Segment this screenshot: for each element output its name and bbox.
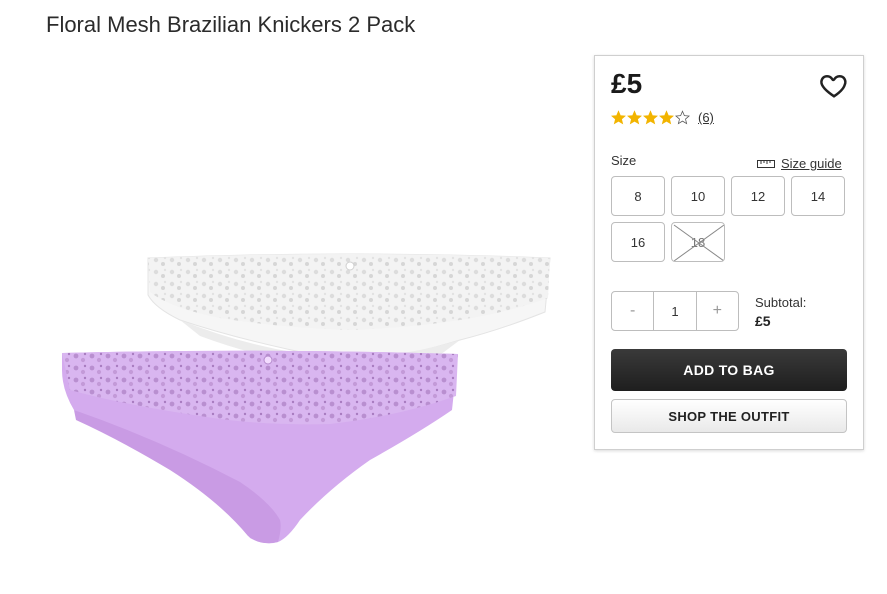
quantity-increase-button[interactable]: + [697,292,738,330]
size-option-label: 10 [690,188,706,204]
product-image [62,253,551,544]
size-option-8[interactable]: 8 [611,176,665,216]
quantity-decrease-button[interactable]: - [612,292,653,330]
star-icon [611,110,626,125]
ruler-icon [757,159,775,168]
subtotal-label: Subtotal: [755,295,807,310]
size-option-12[interactable]: 12 [731,176,785,216]
size-label: Size [611,153,637,168]
star-icon [675,110,690,125]
size-option-label: 12 [750,188,766,204]
size-option-16[interactable]: 16 [611,222,665,262]
review-count-link[interactable]: (6) [698,110,714,125]
size-option-label: 14 [810,188,826,204]
size-guide-link[interactable]: Size guide [757,156,842,171]
size-option-14[interactable]: 14 [791,176,845,216]
star-icon [627,110,642,125]
size-option-18-unavailable[interactable]: 18 [671,222,725,262]
product-title: Floral Mesh Brazilian Knickers 2 Pack [46,12,416,37]
size-option-label: 16 [630,234,646,250]
add-to-bag-button[interactable]: ADD TO BAG [611,349,847,391]
star-icon [659,110,674,125]
star-icon [643,110,658,125]
price: £5 [611,68,643,99]
size-option-label: 8 [634,188,642,204]
wishlist-button[interactable] [819,70,849,100]
star-rating [611,110,691,125]
heart-icon [820,74,847,98]
quantity-stepper: - 1 + [611,291,739,331]
quantity-input[interactable]: 1 [653,292,697,330]
purchase-panel: £5 (6) Size Size guide 8 10 12 14 16 18 … [594,55,864,450]
rating: (6) [611,110,714,125]
subtotal-value: £5 [755,313,771,329]
lilac-knickers [62,350,458,544]
size-guide-label: Size guide [781,156,842,171]
shop-the-outfit-button[interactable]: SHOP THE OUTFIT [611,399,847,433]
size-option-10[interactable]: 10 [671,176,725,216]
unavailable-cross [673,224,724,261]
